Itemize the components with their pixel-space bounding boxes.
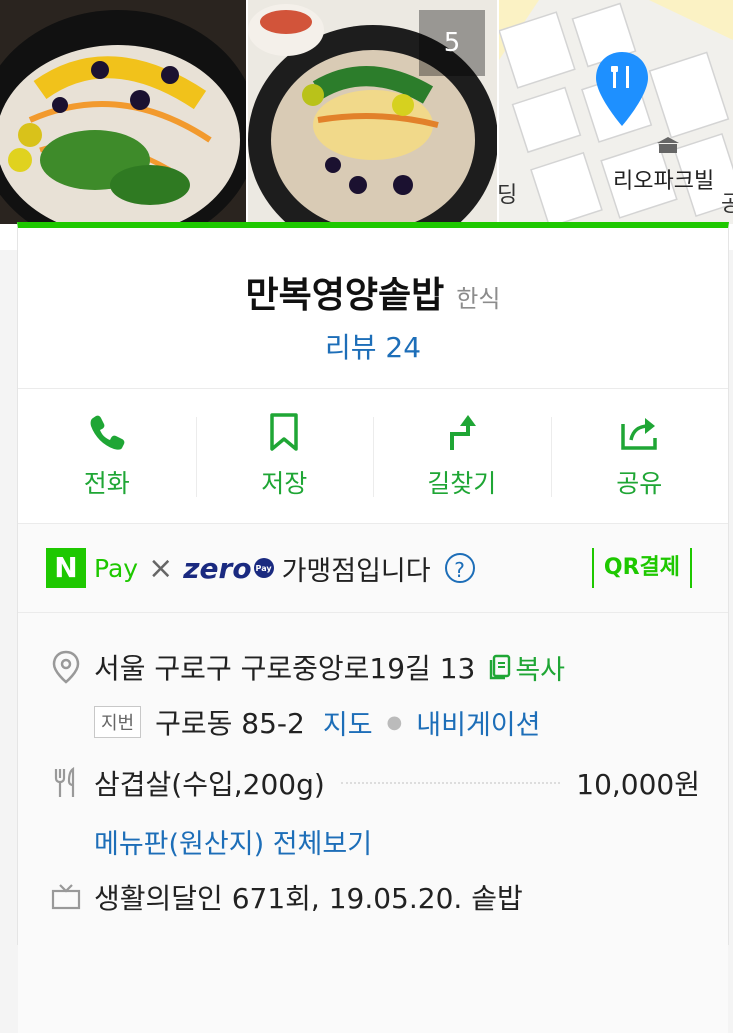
menu-item-price: 10,000원 <box>576 768 700 801</box>
action-bar: 전화 저장 길찾기 공유 <box>18 389 728 524</box>
food-photo-2[interactable]: 5 <box>248 0 497 224</box>
call-label: 전화 <box>83 469 130 498</box>
media-strip: 5 리오파크빌 딩 공 <box>0 0 733 250</box>
tv-appearance: 생활의달인 671회, 19.05.20. 솥밥 <box>94 882 523 915</box>
navigation-link[interactable]: 내비게이션 <box>416 703 540 742</box>
directions-button[interactable]: 길찾기 <box>373 389 551 523</box>
help-icon[interactable]: ? <box>444 553 475 583</box>
copy-address-button[interactable]: 복사 <box>489 648 565 687</box>
menu-item-name: 삼겹살(수입,200g) <box>94 768 325 801</box>
jibun-address: 구로동 85-2 <box>155 707 305 740</box>
place-category: 한식 <box>456 285 501 313</box>
review-count-link[interactable]: 리뷰 24 <box>18 326 728 366</box>
merchant-text: 가맹점입니다 <box>281 555 431 587</box>
qr-pay-button[interactable]: QR결제 <box>591 548 692 588</box>
place-name: 만복영양솥밥 <box>245 275 445 316</box>
map-link[interactable]: 지도 <box>323 703 373 742</box>
map-pin-icon[interactable] <box>596 52 648 130</box>
bookmark-icon <box>270 413 298 451</box>
address-row: 서울 구로구 구로중앙로19길 13 복사 <box>46 613 700 697</box>
photo-count-badge[interactable]: 5 <box>419 10 485 76</box>
directions-icon <box>449 415 476 450</box>
copy-label: 복사 <box>515 654 566 686</box>
menu-all-link[interactable]: 메뉴판(원산지) 전체보기 <box>94 822 372 861</box>
zeropay-badge-icon: Pay <box>253 558 274 578</box>
map-poi-label: 리오파크빌 <box>613 169 715 194</box>
separator-dot: ● <box>386 711 403 733</box>
times-sign: × <box>148 550 174 586</box>
directions-label: 길찾기 <box>427 469 497 498</box>
place-info: 서울 구로구 구로중앙로19길 13 복사 지번 구로동 85-2 지도 ● 내… <box>18 613 728 1033</box>
place-card: 만복영양솥밥 한식 리뷰 24 전화 저장 길찾기 공유 N Pay × zer… <box>17 222 729 1033</box>
save-label: 저장 <box>261 469 308 498</box>
map-edge-label-left: 딩 <box>499 183 518 208</box>
jibun-row: 지번 구로동 85-2 지도 ● 내비게이션 <box>46 697 700 747</box>
menu-row: 삼겹살(수입,200g) 10,000원 <box>46 751 700 815</box>
menu-all-row: 메뉴판(원산지) 전체보기 <box>46 815 700 867</box>
naverpay-banner: N Pay × zero Pay 가맹점입니다 ? QR결제 <box>18 524 728 613</box>
zeropay-logo: zero <box>183 551 252 585</box>
share-label: 공유 <box>616 469 663 498</box>
naverpay-word: Pay <box>94 553 139 583</box>
save-button[interactable]: 저장 <box>195 389 374 523</box>
share-button[interactable]: 공유 <box>550 389 729 523</box>
tv-row: 생활의달인 671회, 19.05.20. 솥밥 <box>46 867 700 927</box>
building-icon <box>657 137 679 157</box>
phone-icon <box>90 415 125 450</box>
cutlery-icon <box>54 767 75 797</box>
naverpay-logo: N <box>46 548 86 588</box>
copy-icon <box>490 654 511 680</box>
share-icon <box>621 418 657 450</box>
call-button[interactable]: 전화 <box>18 389 196 523</box>
map-thumbnail[interactable]: 리오파크빌 딩 공 <box>499 0 733 224</box>
tv-icon <box>51 884 81 910</box>
location-pin-icon <box>52 650 80 684</box>
place-header: 만복영양솥밥 한식 리뷰 24 <box>18 228 728 389</box>
map-edge-label-right: 공 <box>721 192 733 217</box>
menu-leader-line <box>340 782 561 784</box>
jibun-tag: 지번 <box>94 706 142 738</box>
road-address: 서울 구로구 구로중앙로19길 13 <box>94 652 476 685</box>
food-photo-1[interactable] <box>0 0 246 224</box>
